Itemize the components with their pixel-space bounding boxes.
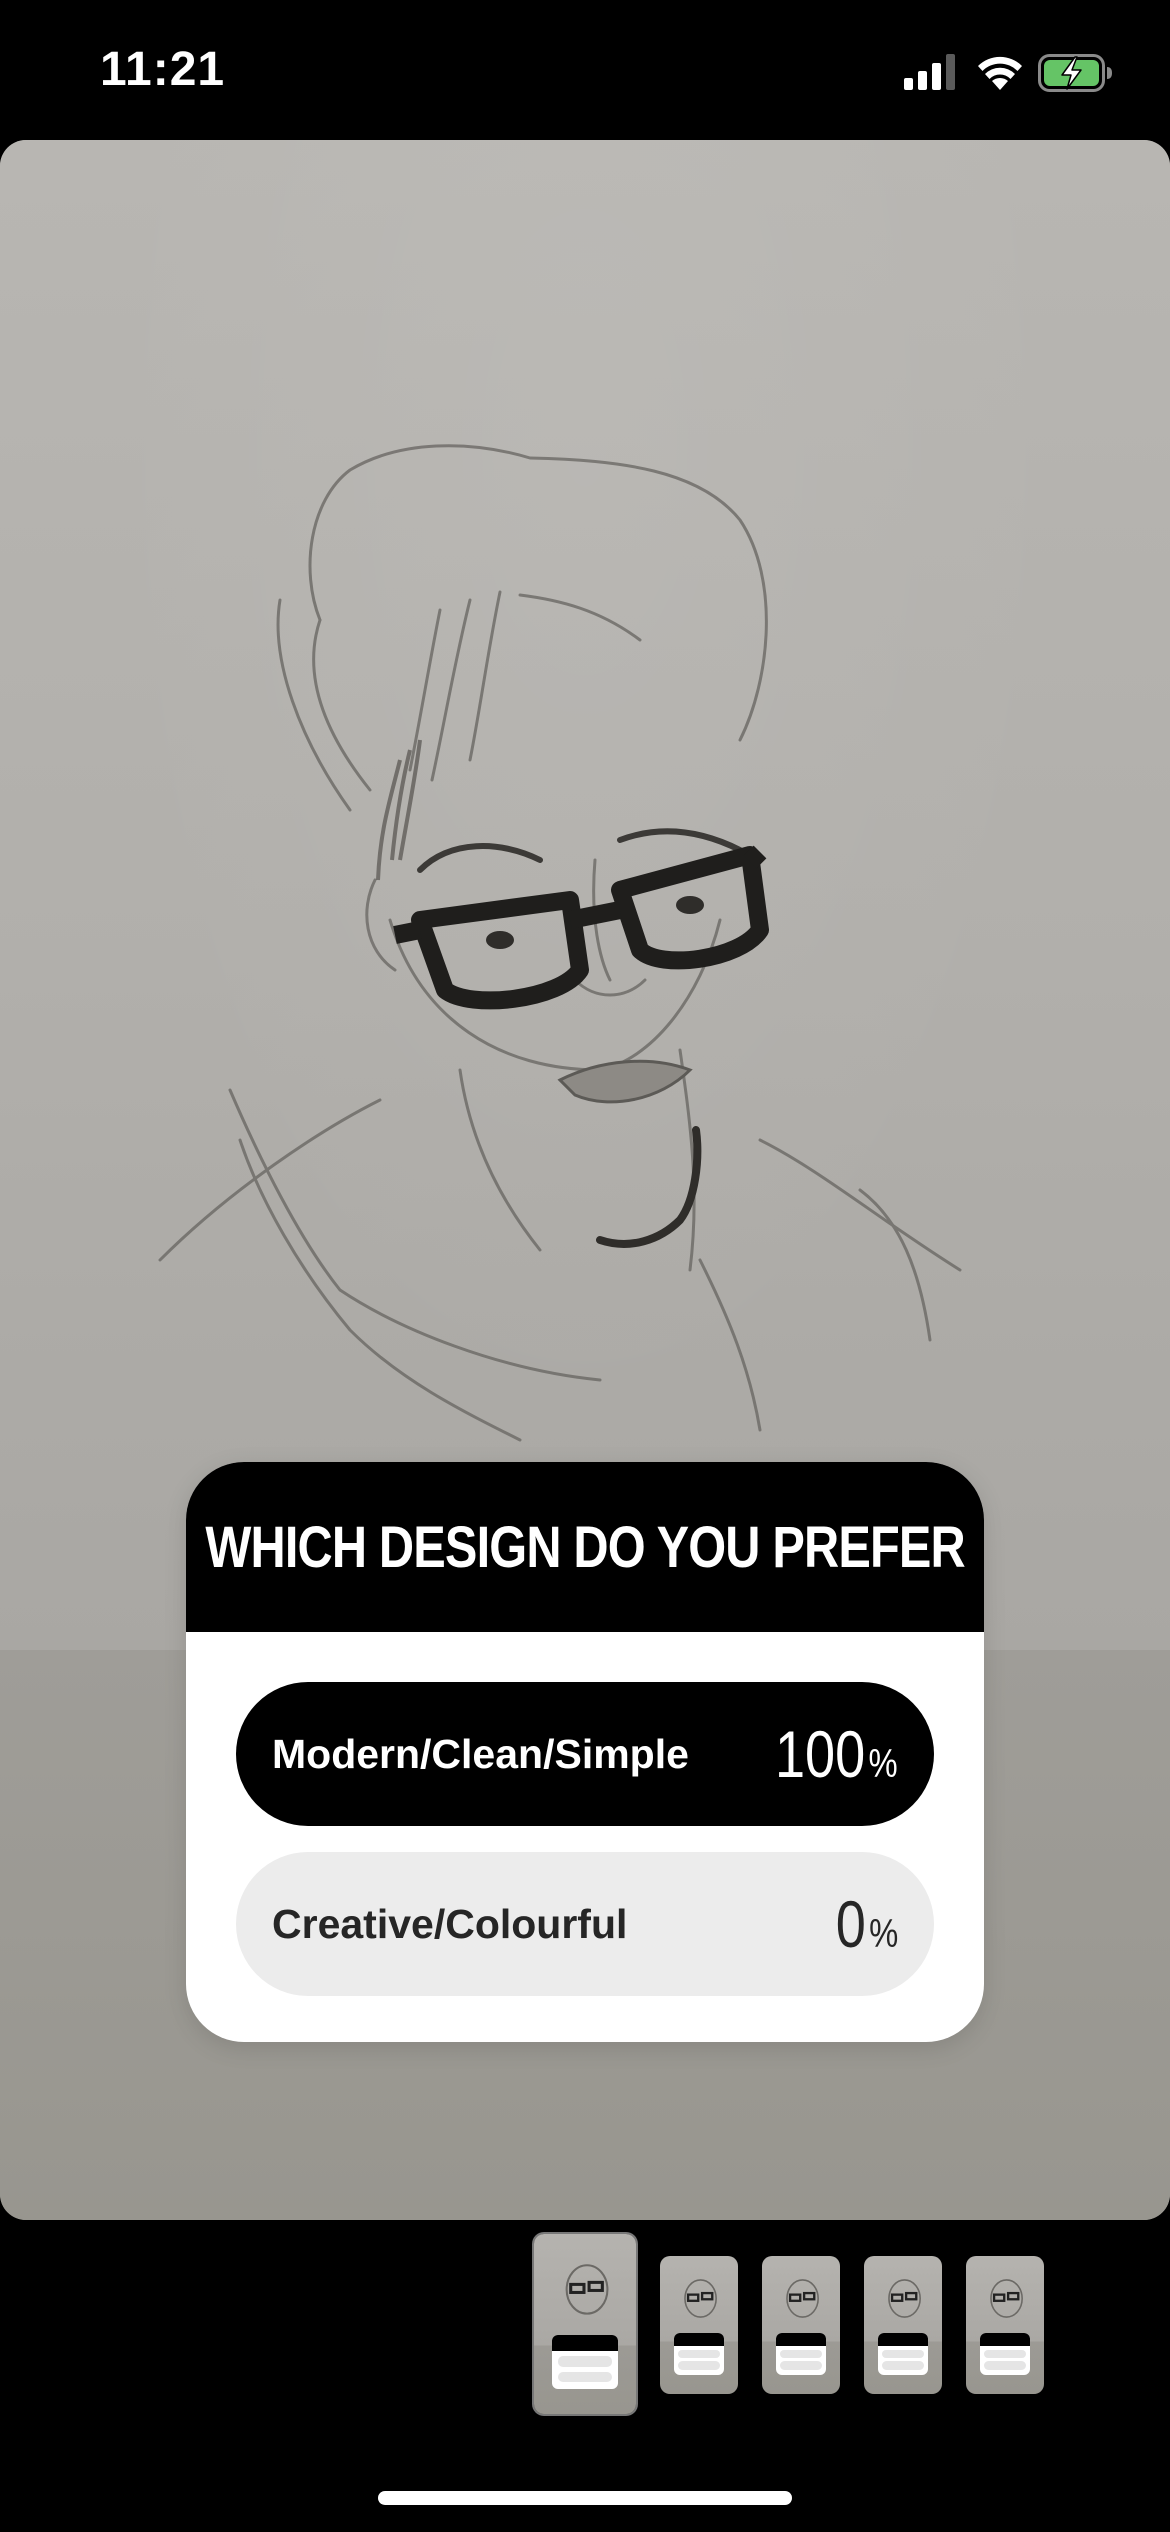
story-thumbnail-5[interactable] [966,2256,1044,2394]
status-time: 11:21 [100,43,226,96]
poll-option-creative[interactable]: Creative/Colourful 0 % [236,1852,934,1996]
thumbnail-sketch [786,2279,819,2318]
story-thumbnail-4[interactable] [864,2256,942,2394]
percent-value: 0 [835,1887,866,1961]
poll-option-percent: 100 % [775,1716,898,1792]
poll-option-label: Modern/Clean/Simple [272,1730,689,1777]
story-thumbnail-2[interactable] [660,2256,738,2394]
portrait-sketch [158,444,962,1442]
wifi-icon [978,56,1022,90]
story-thumbnail-1[interactable] [534,2234,636,2414]
poll-header: WHICH DESIGN DO YOU PREFER [186,1462,984,1632]
percent-sign: % [868,1742,898,1786]
signal-icon [904,54,955,90]
poll-sticker: WHICH DESIGN DO YOU PREFER Modern/Clean/… [186,1462,984,2042]
poll-option-label: Creative/Colourful [272,1900,628,1947]
percent-sign: % [868,1912,898,1956]
thumbnail-poll [878,2333,928,2375]
thumbnail-poll [552,2334,618,2389]
thumbnail-sketch [684,2279,717,2318]
status-bar: 11:21 [0,0,1170,140]
home-indicator[interactable] [378,2491,792,2505]
poll-question: WHICH DESIGN DO YOU PREFER [205,1514,965,1580]
story-thumbnail-strip [0,2220,1170,2460]
percent-value: 100 [775,1717,866,1791]
thumbnail-sketch [888,2279,921,2318]
battery-charging-icon [1038,54,1112,92]
thumbnail-poll [980,2333,1030,2375]
story-image[interactable]: WHICH DESIGN DO YOU PREFER Modern/Clean/… [0,140,1170,2220]
story-thumbnail-3[interactable] [762,2256,840,2394]
thumbnail-poll [674,2333,724,2375]
thumbnail-poll [776,2333,826,2375]
thumbnail-sketch [990,2279,1023,2318]
thumbnail-sketch [565,2264,609,2315]
poll-option-percent: 0 % [835,1886,898,1962]
poll-option-modern[interactable]: Modern/Clean/Simple 100 % [236,1682,934,1826]
